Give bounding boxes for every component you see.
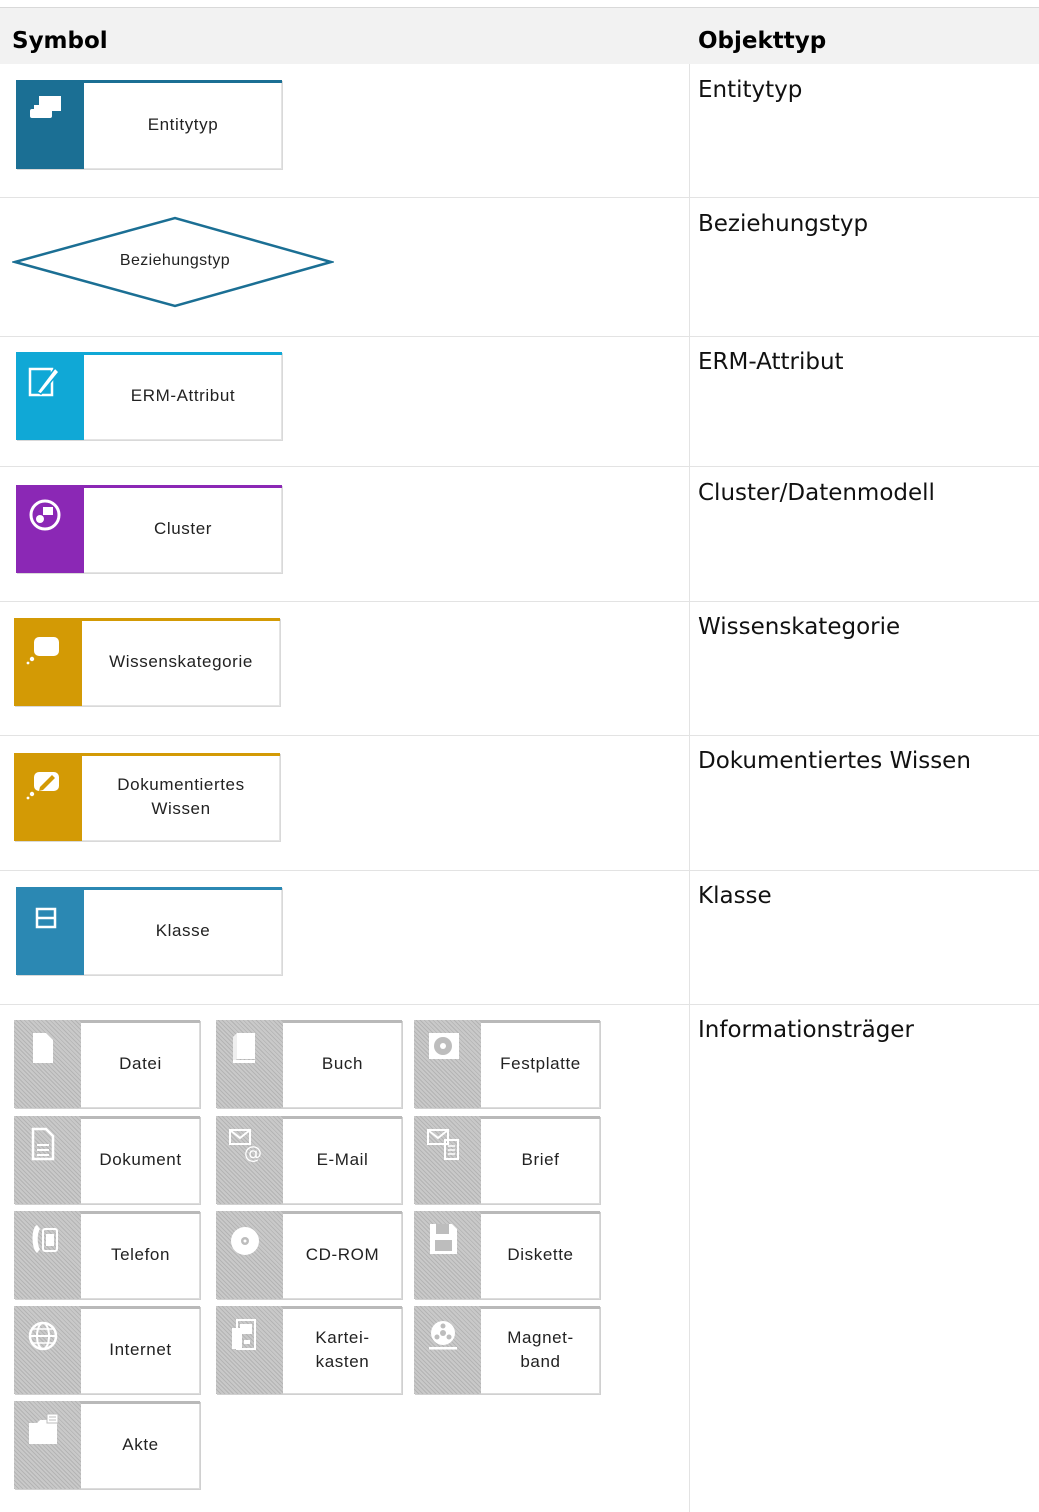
carrier-dokument: Dokument (14, 1116, 200, 1204)
column-divider (689, 64, 690, 1512)
type-klasse: Klasse (698, 883, 772, 909)
entitytyp-symbol-label: Entitytyp (147, 114, 219, 134)
file-icon (33, 1033, 53, 1063)
type-wissenskategorie: Wissenskategorie (698, 614, 901, 640)
cd-rom-icon (231, 1227, 259, 1255)
wissenskategorie-symbol: Wissenskategorie (14, 618, 280, 706)
erm-attribut-symbol-label: ERM-Attribut (130, 386, 236, 405)
header-objekttyp: Objekttyp (698, 28, 827, 54)
cluster-symbol-label: Cluster (153, 519, 213, 538)
carrier-diskette: Diskette (414, 1211, 600, 1299)
klasse-symbol-label: Klasse (155, 921, 211, 940)
email-icon: @ (229, 1129, 262, 1162)
carrier-datei: Datei (14, 1020, 200, 1108)
carrier-karteikasten: Kartei- kasten (216, 1306, 402, 1394)
row-divider (0, 601, 1039, 602)
diskette-icon (430, 1224, 457, 1254)
magnetic-tape-icon (429, 1321, 457, 1350)
entity-icon (30, 96, 61, 118)
carrier-brief: Brief (414, 1116, 600, 1204)
letter-icon (427, 1129, 459, 1160)
speech-bubble-icon (26, 637, 59, 665)
globe-icon (28, 1321, 58, 1351)
card-index-icon (232, 1319, 256, 1350)
carrier-buch: Buch (216, 1020, 402, 1108)
type-cluster-datenmodell: Cluster/Datenmodell (698, 480, 935, 506)
carrier-internet: Internet (14, 1306, 200, 1394)
type-informationstraeger: Informationsträger (698, 1017, 914, 1043)
carrier-label: Kartei- kasten (315, 1328, 370, 1371)
carrier-festplatte: Festplatte (414, 1020, 600, 1108)
carrier-label: E-Mail (316, 1150, 369, 1169)
row-divider (0, 1004, 1039, 1005)
book-icon (233, 1033, 255, 1063)
dokumentiertes-wissen-symbol: Dokumentiertes Wissen (14, 753, 280, 841)
klasse-symbol: Klasse (16, 887, 282, 975)
row-divider (0, 466, 1039, 467)
carrier-label: CD-ROM (305, 1245, 380, 1264)
carrier-label: Magnet- band (507, 1328, 574, 1371)
row-divider (0, 735, 1039, 736)
type-dokumentiertes-wissen: Dokumentiertes Wissen (698, 748, 971, 774)
carrier-label: Festplatte (500, 1054, 581, 1073)
erm-attribut-symbol: ERM-Attribut (16, 352, 282, 440)
carrier-label: Brief (521, 1150, 560, 1169)
carrier-cd-rom: CD-ROM (216, 1211, 402, 1299)
dokumentiertes-wissen-symbol-label: Dokumentiertes Wissen (117, 775, 245, 818)
wissenskategorie-symbol-label: Wissenskategorie (109, 652, 253, 671)
pencil-bubble-icon (26, 772, 59, 800)
telephone-icon (32, 1225, 58, 1253)
folder-icon (29, 1413, 59, 1444)
class-icon (35, 907, 57, 929)
carrier-label: Dokument (99, 1150, 182, 1169)
carrier-label: Akte (122, 1435, 159, 1454)
type-erm-attribut: ERM-Attribut (698, 349, 844, 375)
hard-disk-icon (429, 1033, 459, 1059)
type-beziehungstyp: Beziehungstyp (698, 211, 869, 237)
row-divider (0, 870, 1039, 871)
feather-pen-icon (28, 366, 61, 397)
row-divider (0, 336, 1039, 337)
table-header: Symbol Objekttyp (0, 8, 1039, 64)
carrier-label: Buch (321, 1054, 364, 1073)
carrier-label: Diskette (507, 1245, 574, 1264)
row-divider (0, 197, 1039, 198)
cluster-symbol: Cluster (16, 485, 282, 573)
carrier-telefon: Telefon (14, 1211, 200, 1299)
carrier-magnetband: Magnet- band (414, 1306, 600, 1394)
beziehungstyp-symbol-label: Beziehungstyp (119, 252, 231, 269)
carrier-label: Telefon (110, 1245, 171, 1264)
header-symbol: Symbol (12, 28, 108, 54)
carrier-label: Internet (109, 1340, 172, 1359)
carrier-label: Datei (119, 1054, 162, 1073)
carrier-email: @ E-Mail (216, 1116, 402, 1204)
type-entitytyp: Entitytyp (698, 77, 803, 103)
svg-text:@: @ (244, 1143, 262, 1162)
document-icon (31, 1127, 55, 1161)
entitytyp-symbol: Entitytyp (16, 80, 282, 169)
cluster-icon (29, 499, 61, 531)
carrier-akte: Akte (14, 1401, 200, 1489)
